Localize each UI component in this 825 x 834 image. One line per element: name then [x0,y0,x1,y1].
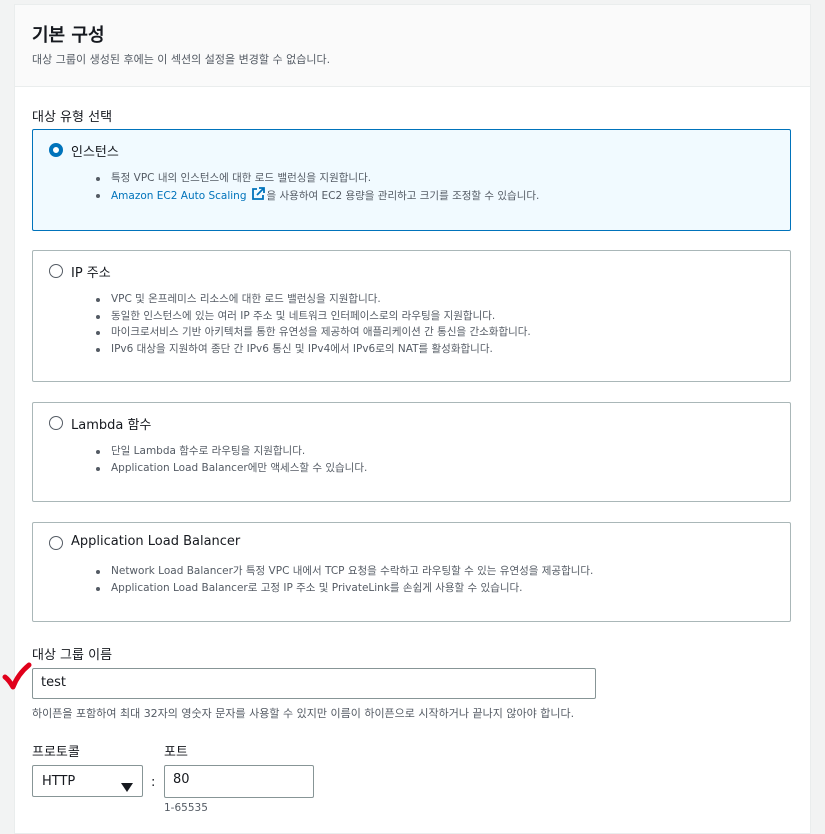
target-type-label: 대상 유형 선택 [32,110,113,125]
target-group-name-hint: 하이픈을 포함하여 최대 32자의 영숫자 문자를 사용할 수 있지만 이름이 … [32,707,575,720]
list-item: Application Load Balancer로 고정 IP 주소 및 Pr… [93,580,593,597]
checkmark-annotation-icon [2,662,32,694]
protocol-select[interactable]: HTTP [32,765,143,797]
bullet-list: 특정 VPC 내의 인스턴스에 대한 로드 밸런싱을 지원합니다. Amazon… [93,170,539,206]
protocol-value: HTTP [42,774,76,789]
tile-ip-addresses[interactable]: IP 주소 VPC 및 온프레미스 리소스에 대한 로드 밸런싱을 지원합니다.… [32,250,791,382]
protocol-port-separator: : [151,775,156,790]
tile-application-load-balancer[interactable]: Application Load Balancer Network Load B… [32,522,791,622]
port-range-hint: 1-65535 [164,802,208,814]
ec2-auto-scaling-link[interactable]: Amazon EC2 Auto Scaling [111,190,247,202]
list-item: Amazon EC2 Auto Scaling 을 사용하여 EC2 용량을 관리… [93,186,540,207]
panel-description: 대상 그룹이 생성된 후에는 이 섹션의 설정을 변경할 수 없습니다. [32,53,331,66]
port-label: 포트 [164,745,188,760]
list-item: Application Load Balancer에만 액세스할 수 있습니다. [93,460,367,477]
bullet-list: 단일 Lambda 함수로 라우팅을 지원합니다. Application Lo… [93,443,367,476]
list-item: 마이크로서비스 기반 아키텍처를 통한 유연성을 제공하여 애플리케이션 간 통… [93,324,531,341]
tile-title-instances: 인스턴스 [71,145,119,160]
list-item: 동일한 인스턴스에 있는 여러 IP 주소 및 네트워크 인터페이스로의 라우팅… [93,308,531,325]
list-item: VPC 및 온프레미스 리소스에 대한 로드 밸런싱을 지원합니다. [93,291,531,308]
target-group-name-label: 대상 그룹 이름 [32,648,113,663]
tile-title-alb: Application Load Balancer [71,534,241,549]
target-group-name-input[interactable]: test [32,668,596,699]
panel-header: 기본 구성 대상 그룹이 생성된 후에는 이 섹션의 설정을 변경할 수 없습니… [15,5,810,87]
list-item: IPv6 대상을 지원하여 종단 간 IPv6 통신 및 IPv4에서 IPv6… [93,341,531,358]
tile-title-ip-addresses: IP 주소 [71,266,111,281]
list-item: Network Load Balancer가 특정 VPC 내에서 TCP 요청… [93,563,593,580]
tile-title-lambda: Lambda 함수 [71,418,152,433]
radio-application-load-balancer[interactable] [49,536,63,550]
bullet-list: Network Load Balancer가 특정 VPC 내에서 TCP 요청… [93,563,593,596]
bullet-list: VPC 및 온프레미스 리소스에 대한 로드 밸런싱을 지원합니다. 동일한 인… [93,291,531,357]
caret-down-icon [121,777,133,796]
radio-instances[interactable] [49,143,63,157]
tile-lambda[interactable]: Lambda 함수 단일 Lambda 함수로 라우팅을 지원합니다. Appl… [32,402,791,502]
basic-config-panel: 기본 구성 대상 그룹이 생성된 후에는 이 섹션의 설정을 변경할 수 없습니… [14,4,811,834]
external-link-icon[interactable] [251,186,265,207]
link-bullet-rest: 을 사용하여 EC2 용량을 관리하고 크기를 조정할 수 있습니다. [266,189,540,202]
panel-title: 기본 구성 [32,25,105,46]
tile-instances[interactable]: 인스턴스 특정 VPC 내의 인스턴스에 대한 로드 밸런싱을 지원합니다. A… [32,129,791,231]
list-item: 특정 VPC 내의 인스턴스에 대한 로드 밸런싱을 지원합니다. [93,170,539,187]
list-item: 단일 Lambda 함수로 라우팅을 지원합니다. [93,443,367,460]
radio-lambda[interactable] [49,416,63,430]
port-input[interactable]: 80 [164,765,314,798]
protocol-label: 프로토콜 [32,745,80,760]
radio-ip-addresses[interactable] [49,264,63,278]
